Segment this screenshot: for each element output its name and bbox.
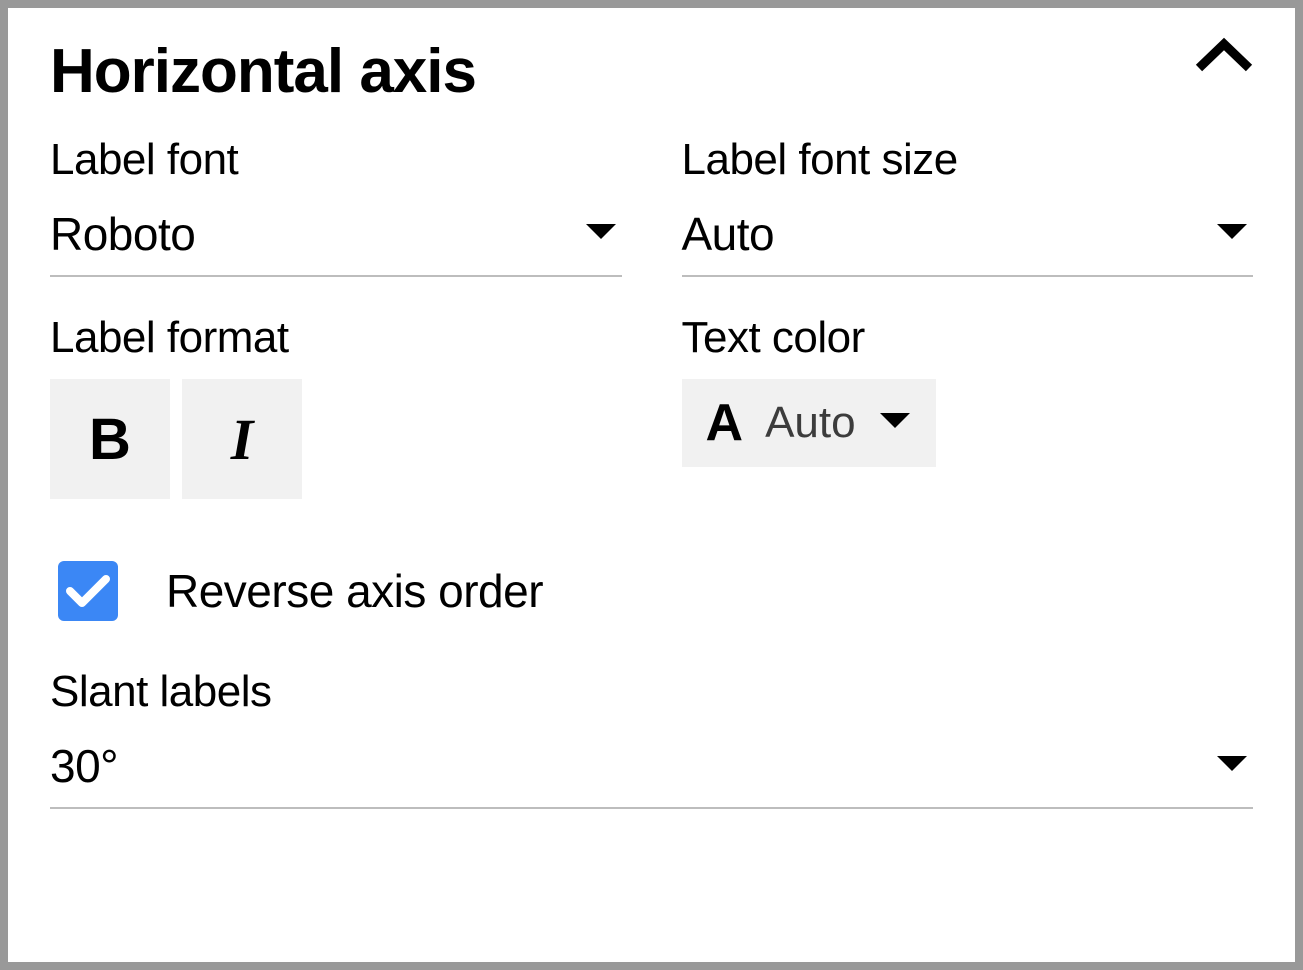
- label-font-size-field: Label font size Auto: [682, 135, 1254, 277]
- bold-button[interactable]: B: [50, 379, 170, 499]
- row-font: Label font Roboto Label font size Auto: [50, 135, 1253, 277]
- label-format-field: Label format B I: [50, 313, 622, 499]
- label-font-size-select[interactable]: Auto: [682, 199, 1254, 277]
- label-font-value: Roboto: [50, 207, 195, 261]
- caret-down-icon: [878, 411, 912, 436]
- reverse-axis-label: Reverse axis order: [166, 564, 543, 618]
- slant-labels-label: Slant labels: [50, 667, 1253, 717]
- label-font-size-value: Auto: [682, 207, 775, 261]
- caret-down-icon: [1215, 222, 1249, 247]
- text-color-picker[interactable]: A Auto: [682, 379, 936, 467]
- caret-down-icon: [584, 222, 618, 247]
- label-format-label: Label format: [50, 313, 622, 363]
- label-font-size-label: Label font size: [682, 135, 1254, 185]
- section-title: Horizontal axis: [50, 36, 476, 107]
- format-buttons-group: B I: [50, 379, 622, 499]
- reverse-axis-row: Reverse axis order: [58, 561, 1253, 621]
- caret-down-icon: [1215, 754, 1249, 779]
- slant-labels-field: Slant labels 30°: [50, 667, 1253, 809]
- section-header: Horizontal axis: [50, 36, 1253, 107]
- italic-icon: I: [231, 406, 254, 473]
- italic-button[interactable]: I: [182, 379, 302, 499]
- text-color-icon: A: [706, 397, 744, 449]
- bold-icon: B: [89, 406, 131, 473]
- text-color-field: Text color A Auto: [682, 313, 1254, 499]
- row-format: Label format B I Text color A Auto: [50, 313, 1253, 499]
- horizontal-axis-panel: Horizontal axis Label font Roboto Label …: [0, 0, 1303, 970]
- text-color-value: Auto: [765, 398, 856, 448]
- slant-labels-value: 30°: [50, 739, 118, 793]
- reverse-axis-checkbox[interactable]: [58, 561, 118, 621]
- slant-labels-select[interactable]: 30°: [50, 731, 1253, 809]
- label-font-label: Label font: [50, 135, 622, 185]
- text-color-label: Text color: [682, 313, 1254, 363]
- label-font-select[interactable]: Roboto: [50, 199, 622, 277]
- chevron-up-icon[interactable]: [1195, 36, 1253, 81]
- label-font-field: Label font Roboto: [50, 135, 622, 277]
